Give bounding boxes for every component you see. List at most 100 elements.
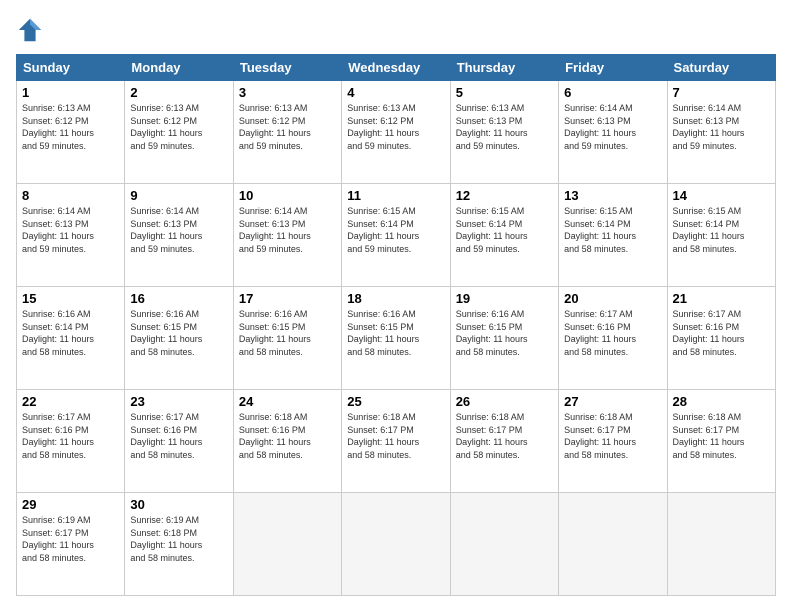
day-number: 27 <box>564 394 661 409</box>
day-number: 5 <box>456 85 553 100</box>
day-info: Sunrise: 6:15 AM Sunset: 6:14 PM Dayligh… <box>564 205 661 255</box>
calendar-cell: 11 Sunrise: 6:15 AM Sunset: 6:14 PM Dayli… <box>342 184 450 287</box>
day-number: 6 <box>564 85 661 100</box>
logo-icon <box>16 16 44 44</box>
calendar-cell: 9Sunrise: 6:14 AM Sunset: 6:13 PM Daylig… <box>125 184 233 287</box>
calendar-cell <box>559 493 667 596</box>
calendar-cell: 7 Sunrise: 6:14 AM Sunset: 6:13 PM Daylig… <box>667 81 775 184</box>
calendar-cell: 15 Sunrise: 6:16 AM Sunset: 6:14 PM Dayli… <box>17 287 125 390</box>
day-info: Sunrise: 6:16 AM Sunset: 6:15 PM Dayligh… <box>239 308 336 358</box>
day-number: 15 <box>22 291 119 306</box>
day-info: Sunrise: 6:17 AM Sunset: 6:16 PM Dayligh… <box>22 411 119 461</box>
calendar-cell: 18 Sunrise: 6:16 AM Sunset: 6:15 PM Dayli… <box>342 287 450 390</box>
day-info: Sunrise: 6:19 AM Sunset: 6:17 PM Dayligh… <box>22 514 119 564</box>
day-info: Sunrise: 6:18 AM Sunset: 6:17 PM Dayligh… <box>673 411 770 461</box>
day-number: 11 <box>347 188 444 203</box>
day-number: 21 <box>673 291 770 306</box>
calendar-cell: 24Sunrise: 6:18 AM Sunset: 6:16 PM Dayli… <box>233 390 341 493</box>
calendar-cell: 13 Sunrise: 6:15 AM Sunset: 6:14 PM Dayli… <box>559 184 667 287</box>
calendar-cell: 12 Sunrise: 6:15 AM Sunset: 6:14 PM Dayli… <box>450 184 558 287</box>
day-info: Sunrise: 6:17 AM Sunset: 6:16 PM Dayligh… <box>673 308 770 358</box>
day-of-week-header: Tuesday <box>233 55 341 81</box>
day-info: Sunrise: 6:17 AM Sunset: 6:16 PM Dayligh… <box>130 411 227 461</box>
day-info: Sunrise: 6:15 AM Sunset: 6:14 PM Dayligh… <box>456 205 553 255</box>
calendar-cell: 26 Sunrise: 6:18 AM Sunset: 6:17 PM Dayli… <box>450 390 558 493</box>
day-number: 25 <box>347 394 444 409</box>
calendar-week-row: 1Sunrise: 6:13 AM Sunset: 6:12 PM Daylig… <box>17 81 776 184</box>
day-number: 29 <box>22 497 119 512</box>
day-number: 8 <box>22 188 119 203</box>
day-number: 4 <box>347 85 444 100</box>
calendar-cell: 4 Sunrise: 6:13 AM Sunset: 6:12 PM Daylig… <box>342 81 450 184</box>
calendar-cell: 21 Sunrise: 6:17 AM Sunset: 6:16 PM Dayli… <box>667 287 775 390</box>
day-of-week-header: Friday <box>559 55 667 81</box>
day-info: Sunrise: 6:16 AM Sunset: 6:15 PM Dayligh… <box>456 308 553 358</box>
day-of-week-header: Thursday <box>450 55 558 81</box>
day-info: Sunrise: 6:13 AM Sunset: 6:13 PM Dayligh… <box>456 102 553 152</box>
calendar-cell: 25 Sunrise: 6:18 AM Sunset: 6:17 PM Dayli… <box>342 390 450 493</box>
day-info: Sunrise: 6:13 AM Sunset: 6:12 PM Dayligh… <box>22 102 119 152</box>
calendar-cell: 16 Sunrise: 6:16 AM Sunset: 6:15 PM Dayli… <box>125 287 233 390</box>
logo <box>16 16 48 44</box>
day-number: 19 <box>456 291 553 306</box>
day-of-week-header: Wednesday <box>342 55 450 81</box>
day-info: Sunrise: 6:14 AM Sunset: 6:13 PM Dayligh… <box>564 102 661 152</box>
calendar-cell: 30 Sunrise: 6:19 AM Sunset: 6:18 PM Dayli… <box>125 493 233 596</box>
day-info: Sunrise: 6:16 AM Sunset: 6:15 PM Dayligh… <box>130 308 227 358</box>
calendar-cell: 28 Sunrise: 6:18 AM Sunset: 6:17 PM Dayli… <box>667 390 775 493</box>
day-info: Sunrise: 6:13 AM Sunset: 6:12 PM Dayligh… <box>130 102 227 152</box>
day-number: 26 <box>456 394 553 409</box>
calendar-cell: 14Sunrise: 6:15 AM Sunset: 6:14 PM Dayli… <box>667 184 775 287</box>
day-info: Sunrise: 6:14 AM Sunset: 6:13 PM Dayligh… <box>239 205 336 255</box>
day-number: 24 <box>239 394 336 409</box>
day-number: 22 <box>22 394 119 409</box>
day-info: Sunrise: 6:13 AM Sunset: 6:12 PM Dayligh… <box>239 102 336 152</box>
day-info: Sunrise: 6:19 AM Sunset: 6:18 PM Dayligh… <box>130 514 227 564</box>
calendar-cell <box>667 493 775 596</box>
day-number: 28 <box>673 394 770 409</box>
calendar-cell: 19 Sunrise: 6:16 AM Sunset: 6:15 PM Dayli… <box>450 287 558 390</box>
day-number: 17 <box>239 291 336 306</box>
calendar-cell: 22 Sunrise: 6:17 AM Sunset: 6:16 PM Dayli… <box>17 390 125 493</box>
day-info: Sunrise: 6:16 AM Sunset: 6:14 PM Dayligh… <box>22 308 119 358</box>
day-number: 10 <box>239 188 336 203</box>
day-number: 12 <box>456 188 553 203</box>
day-info: Sunrise: 6:16 AM Sunset: 6:15 PM Dayligh… <box>347 308 444 358</box>
calendar-week-row: 29 Sunrise: 6:19 AM Sunset: 6:17 PM Dayli… <box>17 493 776 596</box>
day-info: Sunrise: 6:13 AM Sunset: 6:12 PM Dayligh… <box>347 102 444 152</box>
calendar-cell <box>233 493 341 596</box>
day-number: 13 <box>564 188 661 203</box>
calendar-cell: 1Sunrise: 6:13 AM Sunset: 6:12 PM Daylig… <box>17 81 125 184</box>
day-number: 9 <box>130 188 227 203</box>
calendar-cell: 20Sunrise: 6:17 AM Sunset: 6:16 PM Dayli… <box>559 287 667 390</box>
calendar-cell: 8Sunrise: 6:14 AM Sunset: 6:13 PM Daylig… <box>17 184 125 287</box>
day-number: 2 <box>130 85 227 100</box>
calendar-cell: 3 Sunrise: 6:13 AM Sunset: 6:12 PM Daylig… <box>233 81 341 184</box>
day-number: 18 <box>347 291 444 306</box>
calendar-cell: 5 Sunrise: 6:13 AM Sunset: 6:13 PM Daylig… <box>450 81 558 184</box>
day-of-week-header: Monday <box>125 55 233 81</box>
day-number: 30 <box>130 497 227 512</box>
day-info: Sunrise: 6:18 AM Sunset: 6:17 PM Dayligh… <box>456 411 553 461</box>
day-number: 16 <box>130 291 227 306</box>
day-number: 23 <box>130 394 227 409</box>
calendar-cell: 29 Sunrise: 6:19 AM Sunset: 6:17 PM Dayli… <box>17 493 125 596</box>
calendar-week-row: 22 Sunrise: 6:17 AM Sunset: 6:16 PM Dayli… <box>17 390 776 493</box>
calendar-cell: 27 Sunrise: 6:18 AM Sunset: 6:17 PM Dayli… <box>559 390 667 493</box>
day-info: Sunrise: 6:18 AM Sunset: 6:17 PM Dayligh… <box>564 411 661 461</box>
day-number: 14 <box>673 188 770 203</box>
calendar-cell: 2 Sunrise: 6:13 AM Sunset: 6:12 PM Daylig… <box>125 81 233 184</box>
day-info: Sunrise: 6:18 AM Sunset: 6:17 PM Dayligh… <box>347 411 444 461</box>
calendar-cell: 10 Sunrise: 6:14 AM Sunset: 6:13 PM Dayli… <box>233 184 341 287</box>
day-number: 3 <box>239 85 336 100</box>
day-number: 7 <box>673 85 770 100</box>
day-of-week-header: Saturday <box>667 55 775 81</box>
header <box>16 16 776 44</box>
calendar-table: SundayMondayTuesdayWednesdayThursdayFrid… <box>16 54 776 596</box>
calendar-week-row: 15 Sunrise: 6:16 AM Sunset: 6:14 PM Dayli… <box>17 287 776 390</box>
calendar-cell: 17 Sunrise: 6:16 AM Sunset: 6:15 PM Dayli… <box>233 287 341 390</box>
day-info: Sunrise: 6:15 AM Sunset: 6:14 PM Dayligh… <box>347 205 444 255</box>
day-info: Sunrise: 6:14 AM Sunset: 6:13 PM Dayligh… <box>673 102 770 152</box>
calendar-cell: 6 Sunrise: 6:14 AM Sunset: 6:13 PM Daylig… <box>559 81 667 184</box>
calendar-cell <box>342 493 450 596</box>
